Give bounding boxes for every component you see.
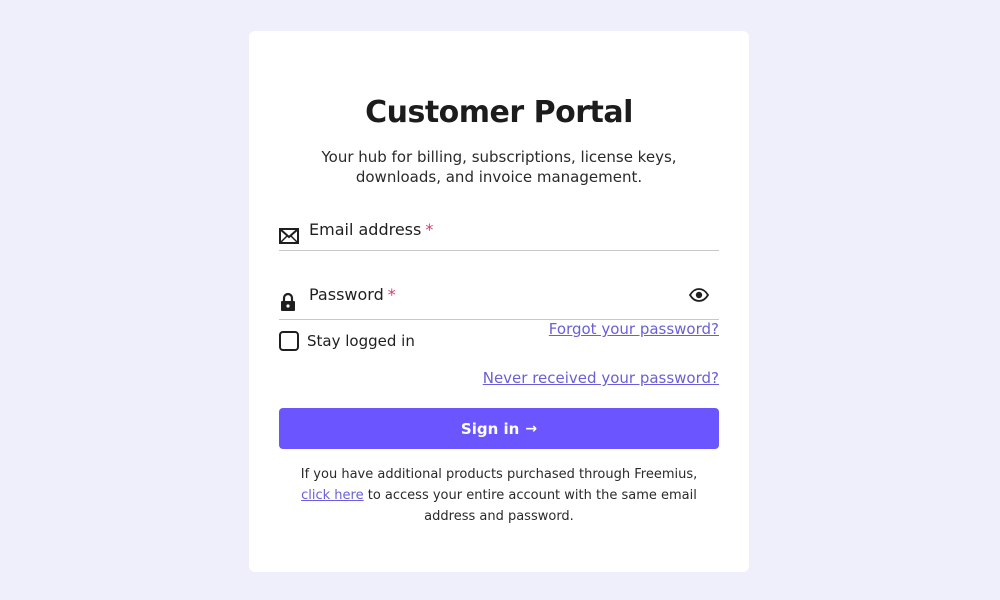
footer-note: If you have additional products purchase… bbox=[289, 464, 709, 527]
eye-icon[interactable] bbox=[689, 287, 709, 303]
stay-logged-in-row[interactable]: Stay logged in bbox=[279, 331, 415, 351]
click-here-link[interactable]: click here bbox=[301, 488, 363, 503]
email-field[interactable]: Email address * bbox=[279, 216, 719, 251]
sign-in-button[interactable]: Sign in → bbox=[279, 408, 719, 449]
sign-in-label: Sign in bbox=[460, 419, 520, 438]
footer-text-after: to access your entire account with the s… bbox=[363, 488, 697, 524]
envelope-icon bbox=[279, 228, 299, 244]
lock-icon bbox=[281, 292, 295, 311]
page-title: Customer Portal bbox=[365, 95, 633, 130]
never-received-password-link[interactable]: Never received your password? bbox=[483, 369, 719, 387]
stay-logged-in-checkbox[interactable] bbox=[279, 331, 299, 351]
page-subtitle: Your hub for billing, subscriptions, lic… bbox=[321, 148, 677, 186]
login-card: Customer Portal Your hub for billing, su… bbox=[249, 31, 749, 572]
arrow-right-icon: → bbox=[525, 420, 538, 437]
footer-text-before: If you have additional products purchase… bbox=[300, 467, 698, 482]
stay-logged-in-label[interactable]: Stay logged in bbox=[307, 332, 415, 350]
forgot-password-link[interactable]: Forgot your password? bbox=[549, 320, 719, 338]
password-field[interactable]: Password * bbox=[279, 281, 719, 320]
